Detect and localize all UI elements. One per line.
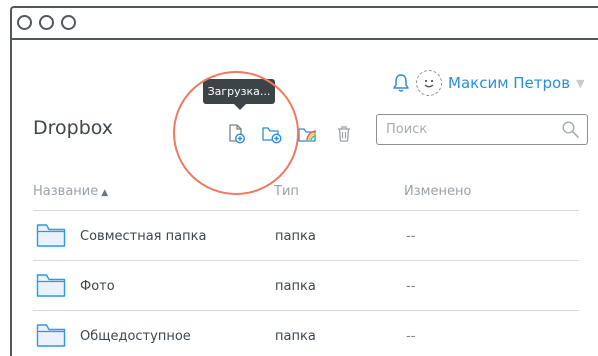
app-window: Максим Петров ▼ Dropbox Поиск Название ▲…	[10, 6, 598, 356]
row-name: Совместная папка	[80, 229, 207, 244]
column-header-type[interactable]: Тип	[274, 184, 299, 199]
upload-file-icon	[229, 124, 246, 144]
row-modified: --	[406, 329, 416, 344]
folder-icon	[36, 274, 66, 297]
window-minimize-dot[interactable]	[39, 15, 54, 30]
search-input[interactable]	[386, 119, 546, 140]
photo-folder-icon	[298, 128, 317, 142]
new-folder-icon	[262, 127, 282, 144]
column-header-modified[interactable]: Изменено	[404, 184, 471, 199]
upload-tooltip: Загрузка...	[203, 79, 275, 110]
caret-down-icon[interactable]: ▼	[576, 77, 584, 90]
column-header-name[interactable]: Название ▲	[33, 184, 108, 199]
row-type: папка	[275, 329, 316, 344]
row-name: Фото	[80, 279, 115, 294]
user-name[interactable]: Максим Петров	[448, 74, 570, 92]
user-menu[interactable]: Максим Петров ▼	[392, 69, 585, 97]
folder-icon	[36, 224, 66, 247]
toolbar	[224, 122, 368, 146]
main-content: Максим Петров ▼ Dropbox Поиск Название ▲…	[12, 42, 598, 356]
table-row[interactable]: Фото папка --	[33, 262, 579, 311]
photo-folder-button[interactable]	[296, 122, 320, 146]
search-box	[376, 114, 588, 145]
bell-icon[interactable]	[392, 73, 410, 93]
row-type: папка	[275, 229, 316, 244]
row-type: папка	[275, 279, 316, 294]
row-modified: --	[406, 229, 416, 244]
sort-ascending-icon: ▲	[101, 188, 109, 198]
avatar[interactable]	[416, 70, 442, 96]
search-icon[interactable]	[561, 120, 580, 139]
table-row[interactable]: Общедоступное папка --	[33, 312, 579, 356]
delete-button[interactable]	[332, 122, 356, 146]
row-name: Общедоступное	[80, 329, 191, 344]
upload-button[interactable]	[224, 122, 248, 146]
window-maximize-dot[interactable]	[61, 15, 76, 30]
new-folder-button[interactable]	[260, 122, 284, 146]
table-header: Название ▲ Тип Изменено	[33, 183, 579, 211]
avatar-smiley-icon	[424, 79, 434, 88]
page-title: Dropbox	[33, 117, 114, 139]
folder-icon	[36, 324, 66, 347]
window-close-dot[interactable]	[17, 15, 32, 30]
trash-icon	[338, 126, 350, 142]
title-bar	[12, 8, 598, 40]
row-modified: --	[406, 279, 416, 294]
table-row[interactable]: Совместная папка папка --	[33, 212, 579, 261]
